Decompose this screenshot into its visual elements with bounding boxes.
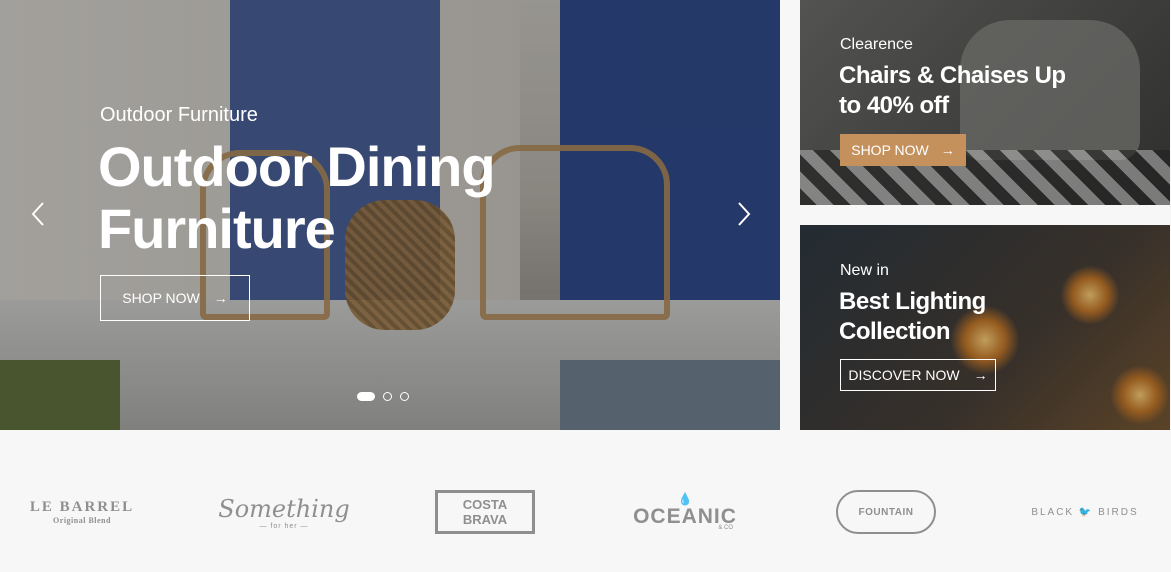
promo-shop-now-label: SHOP NOW — [851, 142, 929, 158]
promo-banner-chairs: Clearence Chairs & Chaises Up to 40% off… — [800, 0, 1170, 205]
slider-pagination — [357, 392, 409, 401]
drop-icon: 💧 — [677, 492, 693, 506]
promo-title: Chairs & Chaises Up to 40% off — [839, 62, 1066, 119]
hero-title: Outdoor Dining Furniture — [98, 135, 496, 260]
brand-logos-strip: LE BARREL Original Blend Something — for… — [0, 430, 1171, 572]
hero-shop-now-label: SHOP NOW — [122, 290, 200, 306]
brand-name: FOUNTAIN — [836, 490, 936, 534]
arrow-right-icon: → — [940, 142, 955, 158]
hero-subtitle: Outdoor Furniture — [100, 104, 258, 126]
hero-shop-now-button[interactable]: SHOP NOW → — [100, 275, 250, 321]
brand-logo-fountain[interactable]: FOUNTAIN — [826, 490, 946, 534]
slider-dot-3[interactable] — [400, 392, 409, 401]
slider-dot-2[interactable] — [383, 392, 392, 401]
hero-slider: Outdoor Furniture Outdoor Dining Furnitu… — [0, 0, 780, 430]
brand-logo-costa-brava[interactable]: COSTA BRAVA — [425, 490, 545, 534]
promo-discover-now-button[interactable]: DISCOVER NOW → — [840, 359, 996, 391]
promo-banner-lighting: New in Best Lighting Collection DISCOVER… — [800, 225, 1170, 430]
chevron-left-icon[interactable] — [30, 200, 46, 234]
brand-name: BLACK 🐦 BIRDS — [1031, 506, 1139, 518]
brand-name: COSTA BRAVA — [435, 490, 535, 534]
promo-kicker: Clearence — [840, 36, 913, 53]
brand-name: LE BARREL — [29, 499, 135, 515]
brand-name: Something — [218, 494, 350, 523]
brand-tagline: & CO — [718, 525, 733, 531]
brand-tagline: — for her — — [259, 522, 309, 530]
promo-title: Best Lighting Collection — [839, 288, 986, 345]
slider-dot-1[interactable] — [357, 392, 375, 401]
brand-logo-oceanic[interactable]: 💧 OCEANIC & CO — [625, 490, 745, 534]
arrow-right-icon: → — [213, 290, 228, 306]
promo-kicker: New in — [840, 262, 889, 279]
chevron-right-icon[interactable] — [736, 200, 752, 234]
brand-logo-something[interactable]: Something — for her — — [218, 490, 349, 534]
brand-tagline: Original Blend — [53, 516, 111, 525]
brand-logo-le-barrel[interactable]: LE BARREL Original Blend — [22, 490, 142, 534]
promo-shop-now-button[interactable]: SHOP NOW → — [840, 134, 966, 166]
promo-discover-now-label: DISCOVER NOW — [848, 367, 960, 383]
brand-logo-black-birds[interactable]: BLACK 🐦 BIRDS — [1025, 490, 1145, 534]
arrow-right-icon: → — [973, 367, 988, 383]
